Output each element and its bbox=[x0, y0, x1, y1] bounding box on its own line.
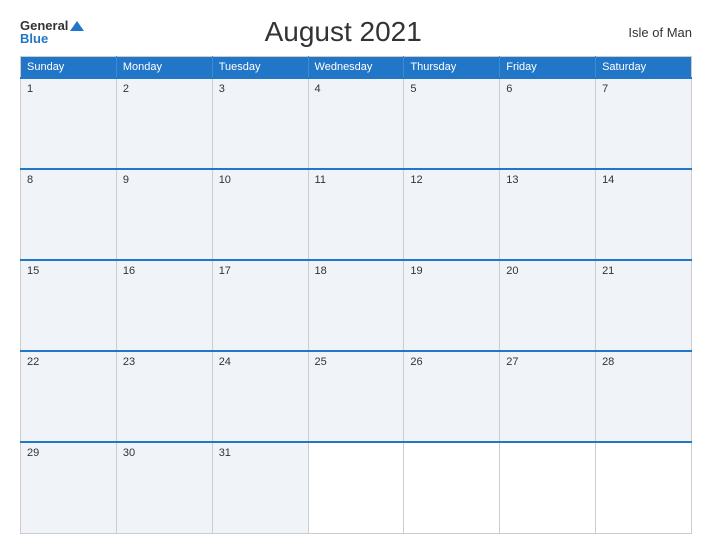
calendar-cell: 9 bbox=[116, 169, 212, 260]
calendar-cell: 27 bbox=[500, 351, 596, 442]
day-number: 13 bbox=[506, 174, 518, 186]
calendar-cell bbox=[308, 442, 404, 533]
calendar-body: 1234567891011121314151617181920212223242… bbox=[21, 78, 692, 534]
calendar-cell: 1 bbox=[21, 78, 117, 169]
day-number: 1 bbox=[27, 83, 33, 95]
calendar-cell: 28 bbox=[596, 351, 692, 442]
day-number: 4 bbox=[315, 83, 321, 95]
col-saturday: Saturday bbox=[596, 57, 692, 79]
calendar-cell: 23 bbox=[116, 351, 212, 442]
calendar-cell: 13 bbox=[500, 169, 596, 260]
region-label: Isle of Man bbox=[602, 25, 692, 40]
calendar-cell: 6 bbox=[500, 78, 596, 169]
day-number: 10 bbox=[219, 174, 231, 186]
calendar-cell: 4 bbox=[308, 78, 404, 169]
day-number: 27 bbox=[506, 356, 518, 368]
col-sunday: Sunday bbox=[21, 57, 117, 79]
day-number: 20 bbox=[506, 265, 518, 277]
day-number: 9 bbox=[123, 174, 129, 186]
col-tuesday: Tuesday bbox=[212, 57, 308, 79]
day-number: 18 bbox=[315, 265, 327, 277]
day-number: 25 bbox=[315, 356, 327, 368]
day-number: 16 bbox=[123, 265, 135, 277]
day-number: 23 bbox=[123, 356, 135, 368]
day-number: 24 bbox=[219, 356, 231, 368]
day-number: 19 bbox=[410, 265, 422, 277]
day-number: 5 bbox=[410, 83, 416, 95]
logo-blue-text: Blue bbox=[20, 32, 48, 45]
calendar-cell: 12 bbox=[404, 169, 500, 260]
calendar-week-row: 22 23 24 25 26 27 28 bbox=[21, 351, 692, 442]
calendar-cell: 5 bbox=[404, 78, 500, 169]
calendar-cell bbox=[596, 442, 692, 533]
logo-triangle-icon bbox=[70, 21, 84, 31]
day-number: 15 bbox=[27, 265, 39, 277]
day-number: 30 bbox=[123, 447, 135, 459]
day-number: 12 bbox=[410, 174, 422, 186]
days-of-week-row: Sunday Monday Tuesday Wednesday Thursday… bbox=[21, 57, 692, 79]
day-number: 7 bbox=[602, 83, 608, 95]
calendar-cell: 2 bbox=[116, 78, 212, 169]
day-number: 28 bbox=[602, 356, 614, 368]
calendar-cell: 29 bbox=[21, 442, 117, 533]
calendar-cell: 11 bbox=[308, 169, 404, 260]
calendar-cell: 25 bbox=[308, 351, 404, 442]
header: General Blue August 2021 Isle of Man bbox=[20, 16, 692, 48]
calendar-week-row: 8 9 10 11 12 13 14 bbox=[21, 169, 692, 260]
col-wednesday: Wednesday bbox=[308, 57, 404, 79]
calendar-cell: 7 bbox=[596, 78, 692, 169]
calendar-title: August 2021 bbox=[84, 16, 602, 48]
calendar-week-row: 29 30 31 bbox=[21, 442, 692, 533]
calendar-cell: 30 bbox=[116, 442, 212, 533]
day-number: 14 bbox=[602, 174, 614, 186]
page: General Blue August 2021 Isle of Man Sun… bbox=[0, 0, 712, 550]
day-number: 22 bbox=[27, 356, 39, 368]
day-number: 11 bbox=[315, 174, 326, 186]
calendar-cell: 21 bbox=[596, 260, 692, 351]
calendar-cell: 22 bbox=[21, 351, 117, 442]
calendar-cell: 24 bbox=[212, 351, 308, 442]
calendar-cell: 16 bbox=[116, 260, 212, 351]
col-friday: Friday bbox=[500, 57, 596, 79]
calendar-cell: 3 bbox=[212, 78, 308, 169]
day-number: 26 bbox=[410, 356, 422, 368]
calendar-cell: 8 bbox=[21, 169, 117, 260]
calendar-cell: 20 bbox=[500, 260, 596, 351]
logo: General Blue bbox=[20, 19, 84, 45]
calendar-cell: 14 bbox=[596, 169, 692, 260]
calendar-cell: 18 bbox=[308, 260, 404, 351]
day-number: 31 bbox=[219, 447, 231, 459]
calendar-cell: 10 bbox=[212, 169, 308, 260]
calendar-cell: 26 bbox=[404, 351, 500, 442]
calendar-header: Sunday Monday Tuesday Wednesday Thursday… bbox=[21, 57, 692, 79]
day-number: 8 bbox=[27, 174, 33, 186]
day-number: 3 bbox=[219, 83, 225, 95]
col-monday: Monday bbox=[116, 57, 212, 79]
calendar-table: Sunday Monday Tuesday Wednesday Thursday… bbox=[20, 56, 692, 534]
calendar-week-row: 15 16 17 18 19 20 21 bbox=[21, 260, 692, 351]
calendar-cell bbox=[404, 442, 500, 533]
calendar-week-row: 1 2 3 4 5 6 7 bbox=[21, 78, 692, 169]
day-number: 2 bbox=[123, 83, 129, 95]
day-number: 6 bbox=[506, 83, 512, 95]
day-number: 29 bbox=[27, 447, 39, 459]
calendar-cell: 31 bbox=[212, 442, 308, 533]
day-number: 17 bbox=[219, 265, 231, 277]
calendar-cell: 15 bbox=[21, 260, 117, 351]
calendar-cell: 19 bbox=[404, 260, 500, 351]
col-thursday: Thursday bbox=[404, 57, 500, 79]
calendar-cell: 17 bbox=[212, 260, 308, 351]
day-number: 21 bbox=[602, 265, 614, 277]
calendar-cell bbox=[500, 442, 596, 533]
